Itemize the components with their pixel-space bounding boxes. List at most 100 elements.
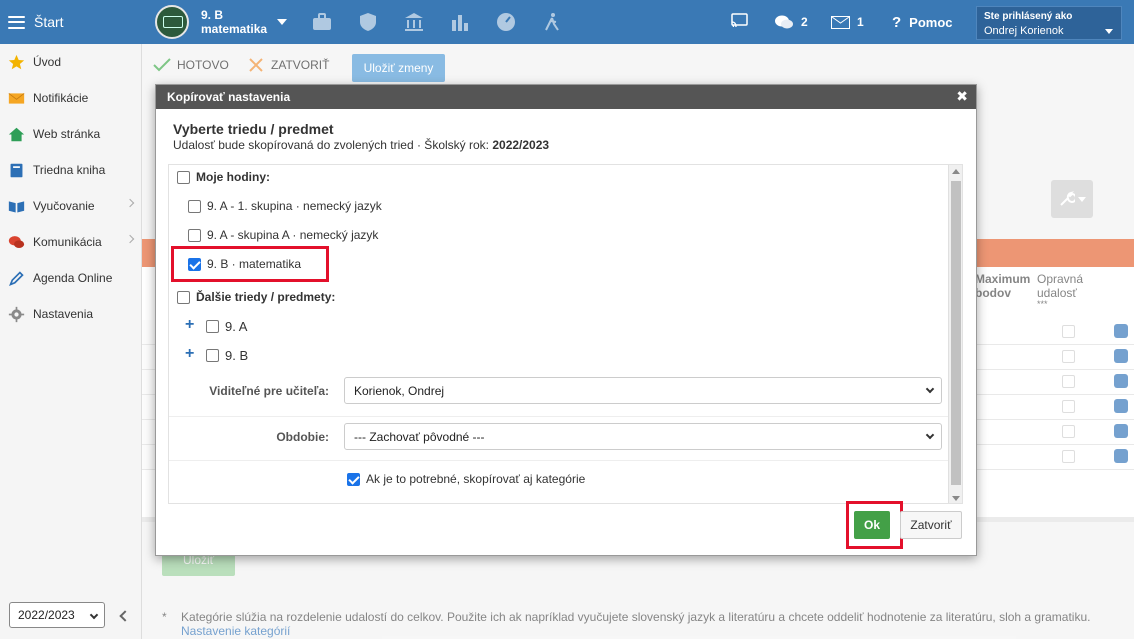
sidebar-item-label: Úvod (33, 55, 62, 69)
visible-for-teacher-label: Viditeľné pre učiteľa: (209, 384, 329, 398)
my-hours-checkbox[interactable]: Moje hodiny: (177, 170, 270, 184)
close-icon[interactable]: ✖ (956, 88, 968, 105)
chevron-down-icon (925, 430, 935, 440)
copy-categories-checkbox[interactable]: Ak je to potrebné, skopírovať aj kategór… (347, 472, 585, 486)
teacher-select[interactable]: Korienok, Ondrej (344, 377, 942, 404)
help-label: Pomoc (909, 14, 953, 30)
dialog-header: Kopírovať nastavenia ✖ (156, 85, 976, 109)
dialog-subtitle: Udalosť bude skopírovaná do zvolených tr… (173, 138, 550, 152)
copy-categories-row: Ak je to potrebné, skopírovať aj kategór… (169, 460, 949, 502)
option-9a-group1-german[interactable]: 9. A - 1. skupina · nemecký jazyk (188, 199, 382, 213)
option-9b[interactable]: 9. B (206, 348, 248, 363)
sidebar-item-label: Vyučovanie (33, 199, 95, 213)
class-name: 9. B (201, 8, 224, 22)
checkbox[interactable] (177, 170, 190, 184)
shield-icon[interactable] (358, 12, 378, 32)
checkbox[interactable] (206, 349, 219, 362)
checkbox[interactable] (206, 320, 219, 333)
logged-in-label: Ste prihlásený ako (984, 11, 1073, 22)
option-9a[interactable]: 9. A (206, 319, 247, 334)
user-name: Ondrej Korienok (984, 25, 1064, 37)
start-menu-button[interactable]: Štart (0, 0, 142, 44)
envelope-icon (8, 92, 25, 104)
school-year-value: 2022/2023 (18, 608, 75, 622)
walking-icon[interactable] (542, 12, 562, 32)
sidebar-item-triedna-kniha[interactable]: Triedna kniha (0, 152, 141, 188)
user-menu[interactable]: Ste prihlásený ako Ondrej Korienok (976, 6, 1122, 40)
briefcase-icon[interactable] (312, 12, 332, 32)
class-avatar (155, 5, 189, 39)
hamburger-icon (8, 15, 25, 29)
chevron-down-icon (925, 384, 935, 394)
messages-button[interactable]: 2 (774, 0, 808, 44)
scroll-down-icon[interactable] (952, 496, 960, 501)
mail-count: 1 (857, 15, 864, 29)
help-button[interactable]: ? Pomoc (892, 0, 953, 44)
start-label: Štart (34, 14, 64, 30)
bank-icon[interactable] (404, 12, 424, 32)
sidebar-item-label: Web stránka (33, 127, 101, 141)
bar-chart-icon[interactable] (450, 12, 470, 32)
collapse-sidebar-icon[interactable] (119, 610, 131, 622)
visible-for-teacher-row: Viditeľné pre učiteľa: Korienok, Ondrej (169, 371, 949, 413)
pen-icon (9, 270, 24, 286)
sidebar-item-label: Nastavenia (33, 307, 94, 321)
book-icon (10, 163, 23, 177)
period-select[interactable]: --- Zachovať pôvodné --- (344, 423, 942, 450)
chat-icon (8, 235, 25, 248)
sidebar-item-label: Agenda Online (33, 271, 113, 285)
option-9a-groupA-german[interactable]: 9. A - skupina A · nemecký jazyk (188, 228, 378, 242)
other-classes-checkbox[interactable]: Ďalšie triedy / predmety: (177, 290, 335, 304)
sidebar-item-vyucovanie[interactable]: Vyučovanie (0, 188, 141, 224)
checkbox-checked[interactable] (347, 472, 360, 486)
class-selector[interactable]: 9. B matematika (155, 5, 288, 39)
subject-name: matematika (201, 22, 268, 36)
expand-plus-icon[interactable]: + (185, 316, 194, 334)
chevron-right-icon (125, 234, 135, 244)
scroll-thumb[interactable] (951, 181, 961, 485)
period-label: Obdobie: (276, 430, 329, 444)
copy-settings-dialog: Kopírovať nastavenia ✖ Vyberte triedu / … (155, 84, 977, 556)
cast-icon[interactable] (731, 13, 748, 29)
mail-icon (831, 15, 850, 29)
sidebar-item-agenda[interactable]: Agenda Online (0, 260, 141, 296)
mail-button[interactable]: 1 (831, 0, 864, 44)
checkbox[interactable] (177, 290, 190, 304)
chevron-down-icon (89, 610, 99, 620)
sidebar-item-nastavenia[interactable]: Nastavenia (0, 296, 141, 332)
checkbox[interactable] (188, 228, 201, 242)
sidebar: Úvod Notifikácie Web stránka Triedna kni… (0, 44, 142, 639)
sidebar-item-notifikacie[interactable]: Notifikácie (0, 80, 141, 116)
dialog-close-button[interactable]: Zatvoriť (900, 511, 962, 539)
gear-icon (8, 306, 25, 322)
school-year-select[interactable]: 2022/2023 (9, 602, 105, 628)
chevron-down-icon (277, 19, 288, 25)
sidebar-item-label: Notifikácie (33, 91, 89, 105)
option-9b-math[interactable]: 9. B · matematika (188, 257, 301, 271)
scrollbar[interactable] (948, 165, 962, 503)
expand-plus-icon[interactable]: + (185, 345, 194, 363)
sidebar-item-web[interactable]: Web stránka (0, 116, 141, 152)
sidebar-item-komunikacia[interactable]: Komunikácia (0, 224, 141, 260)
question-icon: ? (892, 13, 902, 31)
checkbox[interactable] (188, 199, 201, 213)
chevron-right-icon (125, 198, 135, 208)
dialog-title: Kopírovať nastavenia (167, 90, 291, 104)
gauge-icon[interactable] (496, 12, 516, 32)
sidebar-item-uvod[interactable]: Úvod (0, 44, 141, 80)
chevron-down-icon (1105, 29, 1113, 34)
scroll-up-icon[interactable] (952, 169, 960, 174)
checkbox-checked[interactable] (188, 257, 201, 271)
ok-button[interactable]: Ok (854, 511, 890, 539)
select-class-heading: Vyberte triedu / predmet (173, 121, 334, 137)
star-icon (8, 54, 25, 69)
class-list-panel[interactable]: Moje hodiny: 9. A - 1. skupina · nemecký… (168, 164, 963, 504)
home-icon (8, 127, 25, 141)
period-row: Obdobie: --- Zachovať pôvodné --- (169, 416, 949, 458)
open-book-icon (8, 200, 25, 212)
sidebar-item-label: Komunikácia (33, 235, 102, 249)
sidebar-item-label: Triedna kniha (33, 163, 106, 177)
messages-count: 2 (801, 15, 808, 29)
chat-bubbles-icon (775, 15, 793, 28)
top-bar: Štart 9. B matematika 2 1 ? Pomoc Ste pr… (0, 0, 1134, 44)
